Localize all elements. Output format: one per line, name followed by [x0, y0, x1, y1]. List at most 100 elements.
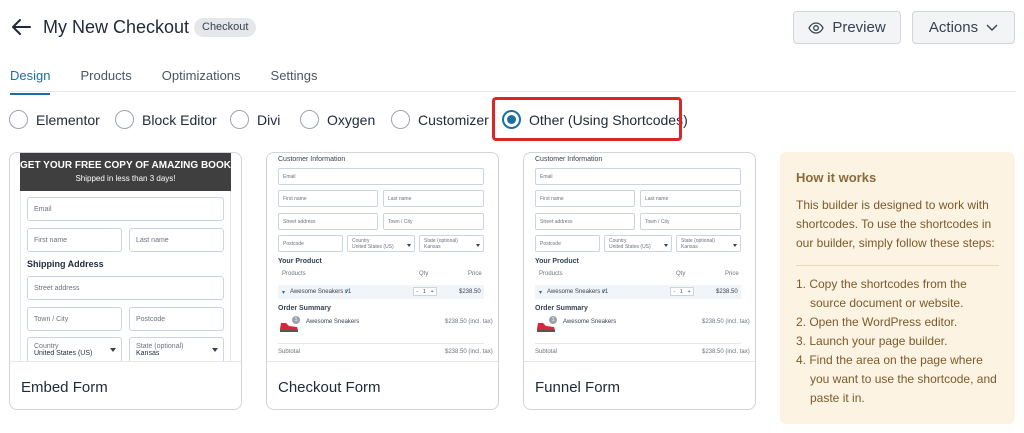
radio-label: Customizer — [418, 111, 489, 128]
radio-circle[interactable] — [115, 110, 134, 129]
minus-icon: - — [416, 288, 419, 295]
country-value: United States (US) — [609, 243, 651, 250]
radio-circle[interactable] — [9, 110, 28, 129]
quantity-badge: 1 — [292, 316, 300, 324]
external-link-icon: ↗ — [601, 289, 607, 295]
preview-divider — [535, 343, 741, 344]
preview-button[interactable]: Preview — [793, 11, 901, 44]
preview-last-name-field: Last name — [129, 228, 224, 252]
radio-circle[interactable] — [391, 110, 410, 129]
preview-street-field: Street address — [27, 276, 224, 300]
caret-down-icon — [733, 243, 737, 247]
preview-summary-heading: Order Summary — [278, 305, 331, 312]
preview-first-name-field: First name — [535, 190, 635, 207]
state-value: Kansas — [424, 243, 441, 250]
back-arrow-icon[interactable] — [10, 16, 32, 38]
state-label: State (optional) — [136, 343, 184, 350]
radio-customizer[interactable]: Customizer — [391, 110, 489, 129]
summary-item: Awesome Sneakers — [563, 319, 617, 325]
step-item: 3. Launch your page builder. — [796, 334, 948, 348]
chevron-down-icon — [986, 24, 998, 31]
card-label: Funnel Form — [524, 361, 755, 409]
state-value: Kansas — [136, 350, 160, 357]
preview-street-field: Street address — [535, 213, 635, 230]
country-value: United States (US) — [34, 350, 93, 357]
eye-icon — [808, 21, 825, 34]
preview-state-select: State (optional) Kansas — [129, 337, 224, 361]
preview-product-row: ▾ Awesome Sneakers v1 ↗ - 1 + $238.50 — [535, 285, 741, 299]
caret-down-icon — [476, 243, 480, 247]
preview-label: Preview — [832, 19, 886, 36]
preview-email-field: Email — [278, 168, 484, 185]
template-preview: GET YOUR FREE COPY OF AMAZING BOOK Shipp… — [10, 153, 241, 361]
qty-stepper: - 1 + — [670, 287, 694, 296]
preview-customer-heading: Customer Information — [278, 156, 346, 163]
summary-price: $238.50 (incl. tax) — [445, 319, 493, 325]
row-toggle-icon: ▾ — [282, 290, 286, 296]
plus-icon: + — [430, 288, 434, 295]
col-products: Products — [282, 271, 306, 277]
preview-first-name-field: First name — [278, 190, 378, 207]
product-price: $238.50 — [459, 289, 481, 295]
preview-postcode-field: Postcode — [278, 235, 343, 252]
col-products: Products — [539, 271, 563, 277]
radio-circle[interactable] — [230, 110, 249, 129]
radio-block-editor[interactable]: Block Editor — [115, 110, 217, 129]
radio-label: Elementor — [36, 111, 100, 128]
country-label: Country — [34, 343, 59, 350]
status-badge: Checkout — [194, 18, 257, 37]
radio-divi[interactable]: Divi — [230, 110, 280, 129]
step-item: 4. Find the area on the page where you w… — [796, 353, 997, 405]
template-card-embed-form[interactable]: GET YOUR FREE COPY OF AMAZING BOOK Shipp… — [9, 152, 242, 410]
card-label: Checkout Form — [267, 361, 498, 409]
product-price: $238.50 — [716, 289, 738, 295]
qty-stepper: - 1 + — [413, 287, 437, 296]
how-it-works-title: How it works — [796, 170, 877, 185]
plus-icon: + — [687, 288, 691, 295]
radio-oxygen[interactable]: Oxygen — [300, 110, 375, 129]
preview-town-field: Town / City — [383, 213, 484, 230]
step-item: 2. Open the WordPress editor. — [796, 315, 958, 329]
caret-down-icon — [212, 348, 218, 352]
actions-label: Actions — [928, 19, 979, 36]
subtotal-value: $238.50 (incl. tax) — [702, 349, 750, 355]
state-value: Kansas — [681, 243, 698, 250]
preview-state-select: State (optional) Kansas — [419, 235, 484, 252]
card-label: Embed Form — [10, 361, 241, 409]
preview-town-field: Town / City — [640, 213, 741, 230]
template-preview: Customer Information Email First name La… — [524, 153, 755, 361]
country-value: United States (US) — [352, 243, 394, 250]
preview-country-select: Country United States (US) — [27, 337, 122, 361]
col-qty: Qty — [419, 271, 429, 277]
minus-icon: - — [673, 288, 676, 295]
caret-down-icon — [407, 243, 411, 247]
selection-highlight — [492, 97, 682, 141]
preview-summary-heading: Order Summary — [535, 305, 588, 312]
preview-email-field: Email — [27, 197, 224, 221]
qty-value: 1 — [679, 288, 683, 295]
radio-label: Oxygen — [327, 111, 376, 128]
preview-banner: GET YOUR FREE COPY OF AMAZING BOOK Shipp… — [20, 153, 231, 191]
radio-elementor[interactable]: Elementor — [9, 110, 100, 129]
template-card-checkout-form[interactable]: Customer Information Email First name La… — [266, 152, 499, 410]
subtotal-label: Subtotal — [535, 349, 558, 355]
col-qty: Qty — [676, 271, 686, 277]
col-price: Price — [725, 271, 739, 277]
radio-circle[interactable] — [300, 110, 319, 129]
preview-last-name-field: Last name — [640, 190, 741, 207]
product-name: Awesome Sneakers v1 — [547, 289, 609, 295]
external-link-icon: ↗ — [344, 289, 350, 295]
template-preview: Customer Information Email First name La… — [267, 153, 498, 361]
actions-button[interactable]: Actions — [912, 11, 1015, 44]
radio-label: Divi — [257, 111, 281, 128]
summary-item: Awesome Sneakers — [306, 319, 360, 325]
preview-postcode-field: Postcode — [129, 307, 224, 331]
subtotal-value: $238.50 (incl. tax) — [445, 349, 493, 355]
preview-email-field: Email — [535, 168, 741, 185]
qty-value: 1 — [422, 288, 426, 295]
preview-product-heading: Your Product — [278, 258, 322, 265]
subtotal-label: Subtotal — [278, 349, 301, 355]
preview-country-select: Country United States (US) — [604, 235, 672, 252]
template-card-funnel-form[interactable]: Customer Information Email First name La… — [523, 152, 756, 410]
preview-last-name-field: Last name — [383, 190, 484, 207]
